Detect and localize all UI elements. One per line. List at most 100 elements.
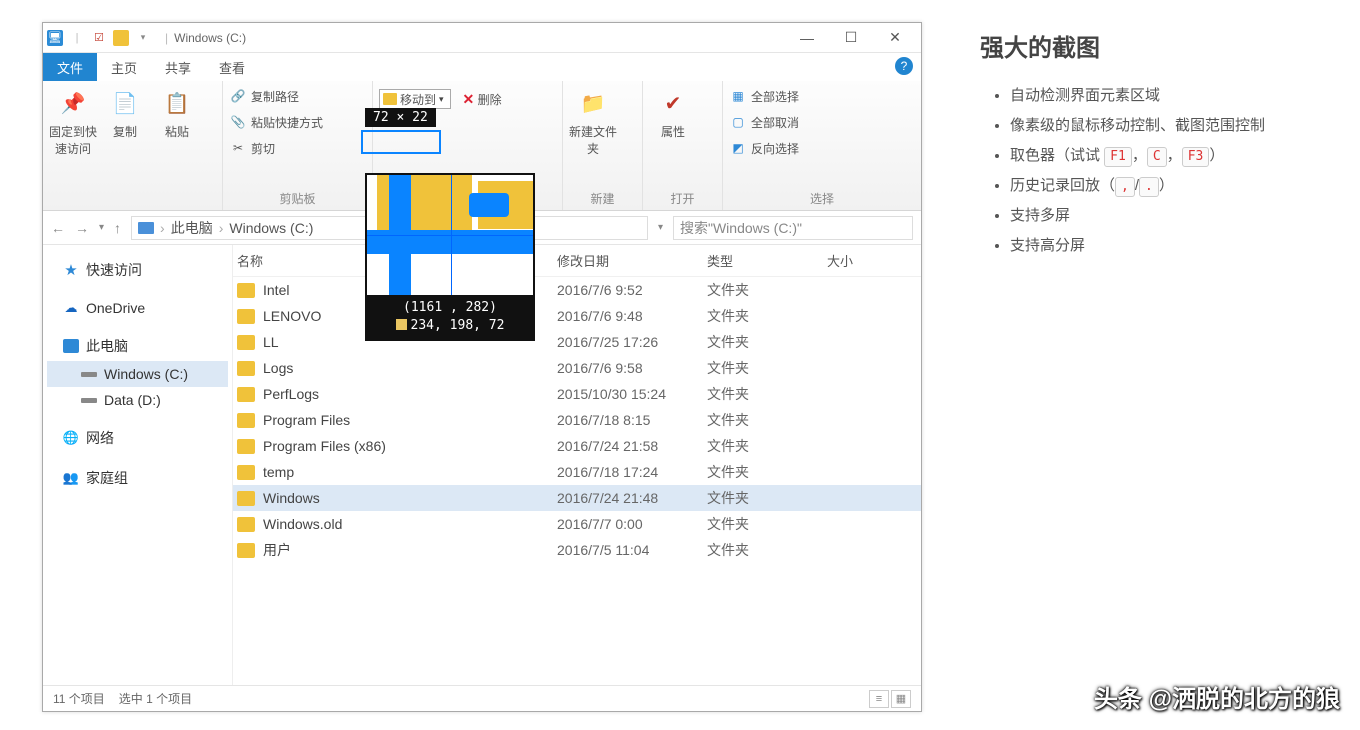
- file-date: 2016/7/24 21:58: [557, 438, 707, 454]
- file-name: Windows: [263, 490, 557, 506]
- history-dropdown[interactable]: ▾: [99, 222, 104, 233]
- invert-icon: ◩: [729, 139, 747, 157]
- file-type: 文件夹: [707, 514, 827, 534]
- cursor-position: (1161 , 282): [367, 299, 533, 317]
- view-large-button[interactable]: ▦: [891, 690, 911, 708]
- qat-dropdown-icon[interactable]: ▾: [135, 30, 151, 46]
- file-type: 文件夹: [707, 332, 827, 352]
- qat-folder-icon[interactable]: [113, 30, 129, 46]
- feature-item: 取色器（试试 F1，C，F3）: [1010, 141, 1340, 171]
- folder-icon: [237, 517, 255, 532]
- chevron-down-icon: ▾: [439, 94, 444, 105]
- back-button[interactable]: ←: [51, 220, 65, 236]
- maximize-button[interactable]: ☐: [829, 24, 873, 52]
- new-folder-icon: 📁: [577, 87, 609, 119]
- new-folder-button[interactable]: 📁 新建文件夹: [569, 85, 617, 157]
- table-row[interactable]: 用户2016/7/5 11:04文件夹: [233, 537, 921, 563]
- table-row[interactable]: Intel2016/7/6 9:52文件夹: [233, 277, 921, 303]
- sidebar-item-onedrive[interactable]: ☁OneDrive: [47, 295, 228, 321]
- table-row[interactable]: Windows2016/7/24 21:48文件夹: [233, 485, 921, 511]
- folder-icon: [383, 93, 397, 105]
- search-input[interactable]: 搜索"Windows (C:)": [673, 216, 913, 240]
- file-name: PerfLogs: [263, 386, 557, 402]
- tab-share[interactable]: 共享: [151, 53, 205, 81]
- select-none-button[interactable]: ▢全部取消: [729, 113, 799, 131]
- status-selection: 选中 1 个项目: [119, 690, 192, 707]
- table-row[interactable]: LL2016/7/25 17:26文件夹: [233, 329, 921, 355]
- file-date: 2016/7/24 21:48: [557, 490, 707, 506]
- properties-button[interactable]: ✔ 属性: [649, 85, 697, 140]
- sidebar-item-thispc[interactable]: 此电脑: [47, 331, 228, 361]
- feature-item: 支持多屏: [1010, 201, 1340, 231]
- file-type: 文件夹: [707, 488, 827, 508]
- paste-shortcut-button[interactable]: 📎粘贴快捷方式: [229, 113, 323, 131]
- col-size[interactable]: 大小: [827, 251, 917, 270]
- move-to-button[interactable]: 移动到▾: [379, 89, 451, 109]
- sidebar-item-cdrive[interactable]: Windows (C:): [47, 361, 228, 387]
- title-bar: 🖥 | ☑ ▾ | Windows (C:) — ☐ ✕: [43, 23, 921, 53]
- ribbon-tabs: 文件 主页 共享 查看 ?: [43, 53, 921, 81]
- folder-icon: [237, 361, 255, 376]
- invert-selection-button[interactable]: ◩反向选择: [729, 139, 799, 157]
- breadcrumb-drive[interactable]: Windows (C:): [229, 220, 313, 236]
- copy-icon: 📄: [109, 87, 141, 119]
- file-name: Program Files: [263, 412, 557, 428]
- breadcrumb-pc[interactable]: 此电脑: [171, 218, 213, 238]
- table-row[interactable]: Windows.old2016/7/7 0:00文件夹: [233, 511, 921, 537]
- folder-icon: [237, 413, 255, 428]
- refresh-button[interactable]: ▾: [658, 222, 663, 233]
- kbd: F1: [1104, 147, 1132, 167]
- paste-button[interactable]: 📋 粘贴: [153, 85, 201, 140]
- sidebar-item-ddrive[interactable]: Data (D:): [47, 387, 228, 413]
- table-row[interactable]: Logs2016/7/6 9:58文件夹: [233, 355, 921, 381]
- table-row[interactable]: Program Files (x86)2016/7/24 21:58文件夹: [233, 433, 921, 459]
- sidebar: ★快速访问 ☁OneDrive 此电脑 Windows (C:) Data (D…: [43, 245, 233, 685]
- folder-icon: [237, 465, 255, 480]
- sidebar-item-network[interactable]: 🌐网络: [47, 423, 228, 453]
- col-date[interactable]: 修改日期: [557, 251, 707, 270]
- sidebar-item-quick-access[interactable]: ★快速访问: [47, 255, 228, 285]
- kbd: C: [1147, 147, 1167, 167]
- network-icon: 🌐: [63, 431, 79, 445]
- table-row[interactable]: temp2016/7/18 17:24文件夹: [233, 459, 921, 485]
- file-type: 文件夹: [707, 410, 827, 430]
- select-all-button[interactable]: ▦全部选择: [729, 87, 799, 105]
- cut-button[interactable]: ✂剪切: [229, 139, 275, 157]
- kbd: F3: [1182, 147, 1210, 167]
- delete-button[interactable]: ✕ 删除: [463, 91, 502, 108]
- file-date: 2016/7/18 17:24: [557, 464, 707, 480]
- table-row[interactable]: PerfLogs2015/10/30 15:24文件夹: [233, 381, 921, 407]
- forward-button[interactable]: →: [75, 220, 89, 236]
- pixel-color: 234, 198, 72: [367, 317, 533, 335]
- close-button[interactable]: ✕: [873, 24, 917, 52]
- file-type: 文件夹: [707, 306, 827, 326]
- table-row[interactable]: LENOVO2016/7/6 9:48文件夹: [233, 303, 921, 329]
- tab-home[interactable]: 主页: [97, 53, 151, 81]
- copy-path-button[interactable]: 🔗复制路径: [229, 87, 299, 105]
- magnifier-zoom: [367, 175, 533, 295]
- tab-view[interactable]: 查看: [205, 53, 259, 81]
- view-details-button[interactable]: ≡: [869, 690, 889, 708]
- copy-button[interactable]: 📄 复制: [101, 85, 149, 140]
- col-type[interactable]: 类型: [707, 251, 827, 270]
- magnifier: (1161 , 282) 234, 198, 72: [365, 173, 535, 341]
- help-icon[interactable]: ?: [895, 57, 913, 75]
- file-type: 文件夹: [707, 462, 827, 482]
- file-name: Program Files (x86): [263, 438, 557, 454]
- scissors-icon: ✂: [229, 139, 247, 157]
- pin-to-quick-button[interactable]: 📌 固定到快速访问: [49, 85, 97, 157]
- sidebar-item-homegroup[interactable]: 👥家庭组: [47, 463, 228, 493]
- path-icon: 🔗: [229, 87, 247, 105]
- group-clipboard-label: 剪贴板: [229, 187, 366, 210]
- pin-icon: 📌: [57, 87, 89, 119]
- select-none-icon: ▢: [729, 113, 747, 131]
- folder-icon: [237, 387, 255, 402]
- folder-icon: [237, 309, 255, 324]
- qat-properties-icon[interactable]: ☑: [91, 30, 107, 46]
- up-button[interactable]: ↑: [114, 220, 121, 236]
- table-row[interactable]: Program Files2016/7/18 8:15文件夹: [233, 407, 921, 433]
- tab-file[interactable]: 文件: [43, 53, 97, 81]
- file-date: 2016/7/6 9:58: [557, 360, 707, 376]
- column-headers[interactable]: 名称 修改日期 类型 大小: [233, 245, 921, 277]
- minimize-button[interactable]: —: [785, 24, 829, 52]
